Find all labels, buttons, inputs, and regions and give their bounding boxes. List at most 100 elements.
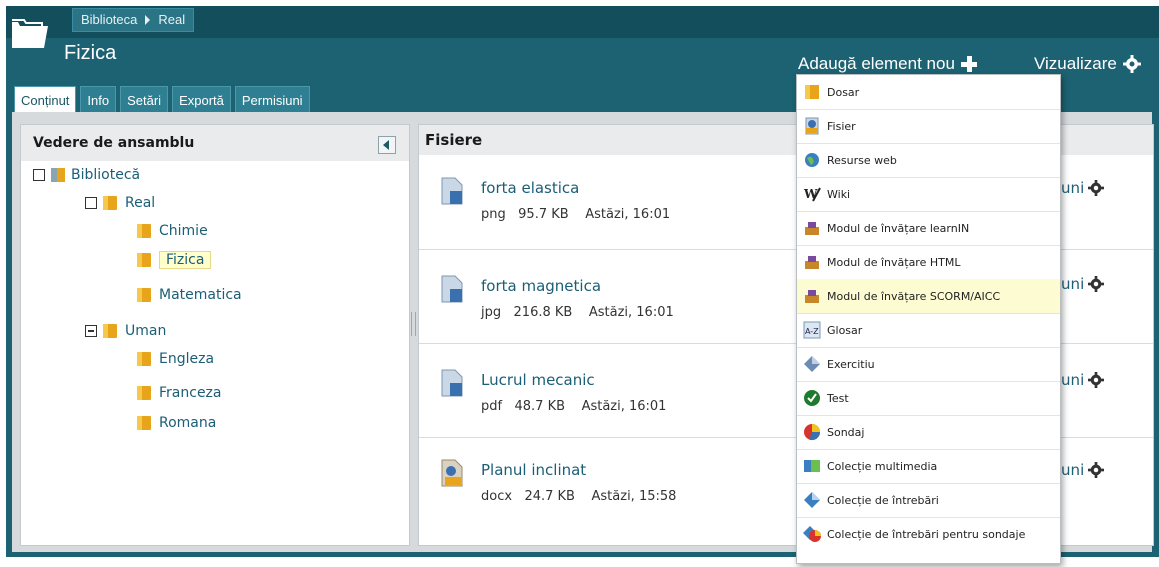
folder-icon: [137, 352, 151, 366]
tab-info[interactable]: Info: [80, 86, 117, 115]
menu-item-label: Dosar: [827, 85, 860, 99]
tree-toggle-icon[interactable]: [85, 197, 97, 209]
module-icon: [805, 290, 819, 303]
tree-item-romana[interactable]: Romana: [137, 415, 216, 431]
glossary-icon: A-Z: [803, 321, 821, 339]
folder-icon: [805, 85, 819, 99]
tree-item-engleza[interactable]: Engleza: [137, 351, 214, 367]
check-icon: [804, 390, 820, 406]
tree-item-label: Uman: [125, 323, 167, 339]
tree-item-franceza[interactable]: Franceza: [137, 385, 221, 401]
tree-item-label: Romana: [159, 415, 217, 431]
menu-item-sondaj[interactable]: Sondaj: [797, 415, 1060, 450]
menu-item-label: Colecție multimedia: [827, 459, 938, 473]
file-type: docx: [481, 489, 513, 504]
tree-item-fizica[interactable]: Fizica: [137, 251, 212, 269]
menu-item-label: Sondaj: [827, 425, 865, 439]
tree-item-biblioteca[interactable]: Bibliotecă: [33, 167, 140, 183]
image-file-icon: [441, 275, 463, 303]
library-icon: [51, 168, 65, 182]
menu-item-label: Test: [827, 391, 849, 405]
file-type: jpg: [481, 305, 502, 320]
menu-item-resurse-web[interactable]: Resurse web: [797, 143, 1060, 178]
folder-icon: [137, 253, 151, 267]
tree-item-label: Chimie: [159, 223, 208, 239]
folder-icon: [103, 196, 117, 210]
breadcrumb-item-real[interactable]: Real: [150, 9, 193, 31]
tree-panel-title: Vedere de ansamblu: [33, 135, 195, 151]
menu-item-colectie-intrebari-sondaje[interactable]: Colecție de întrebări pentru sondaje: [797, 517, 1060, 551]
app-frame: Biblioteca Real Fizica Conținut Info Set…: [0, 0, 1159, 567]
tree-panel-header: Vedere de ansamblu: [21, 125, 409, 161]
tree-panel: Vedere de ansamblu Bibliotecă Real Chimi…: [20, 124, 410, 546]
menu-item-modul-scorm[interactable]: Modul de învățare SCORM/AICC: [797, 279, 1060, 314]
wiki-icon: W: [803, 187, 821, 202]
file-type: pdf: [481, 399, 503, 414]
menu-item-glosar[interactable]: A-Z Glosar: [797, 313, 1060, 348]
tree-item-real[interactable]: Real: [85, 195, 155, 211]
tree-item-matematica[interactable]: Matematica: [137, 287, 242, 303]
file-size: 95.7 KB: [518, 207, 569, 222]
globe-icon: [805, 153, 819, 167]
file-name-link[interactable]: Lucrul mecanic: [481, 371, 595, 389]
file-type: png: [481, 207, 506, 222]
file-size: 24.7 KB: [524, 489, 575, 504]
plus-icon: [960, 56, 977, 72]
menu-item-wiki[interactable]: W Wiki: [797, 177, 1060, 212]
menu-item-label: Fisier: [827, 119, 856, 133]
menu-item-modul-html[interactable]: Modul de învățare HTML: [797, 245, 1060, 280]
tab-exporta[interactable]: Exportă: [172, 86, 231, 115]
file-date: Astăzi, 16:01: [585, 207, 671, 222]
menu-item-label: Colecție de întrebări pentru sondaje: [827, 527, 1026, 541]
tab-setari[interactable]: Setări: [120, 86, 169, 115]
tab-permisiuni[interactable]: Permisiuni: [234, 86, 310, 115]
view-button[interactable]: Vizualizare: [1034, 54, 1141, 74]
breadcrumb: Biblioteca Real: [72, 8, 195, 32]
gear-icon: [1088, 462, 1105, 478]
file-size: 216.8 KB: [513, 305, 573, 320]
file-name-link[interactable]: Planul inclinat: [481, 461, 586, 479]
menu-item-colectie-multimedia[interactable]: Colecție multimedia: [797, 449, 1060, 484]
add-element-label: Adaugă element nou: [798, 54, 955, 73]
add-element-menu: Dosar Fisier Resurse web W Wiki Modul de…: [796, 74, 1061, 564]
menu-item-modul-learnin[interactable]: Modul de învățare learnIN: [797, 211, 1060, 246]
tree-item-label: Bibliotecă: [71, 167, 141, 183]
menu-item-label: Colecție de întrebări: [827, 493, 939, 507]
menu-item-label: Modul de învățare SCORM/AICC: [827, 289, 1001, 303]
file-name-link[interactable]: forta magnetica: [481, 277, 601, 295]
view-label: Vizualizare: [1034, 54, 1117, 73]
menu-item-exercitiu[interactable]: Exercitiu: [797, 347, 1060, 382]
file-meta: jpg 216.8 KB Astăzi, 16:01: [481, 305, 674, 320]
folder-icon: [137, 386, 151, 400]
folder-icon: [137, 224, 151, 238]
tree-item-label: Real: [125, 195, 156, 211]
file-name-link[interactable]: forta elastica: [481, 179, 579, 197]
file-icon: [805, 117, 819, 135]
tree-item-label: Engleza: [159, 351, 215, 367]
document-file-icon: [441, 459, 463, 487]
multimedia-icon: [804, 460, 820, 472]
folder-icon: [137, 416, 151, 430]
question-icon: [804, 492, 820, 508]
tree-toggle-icon[interactable]: [33, 169, 45, 181]
poll-icon: [804, 424, 821, 441]
poll-question-icon: [803, 526, 821, 542]
breadcrumb-item-biblioteca[interactable]: Biblioteca: [73, 9, 145, 31]
panel-resize-handle[interactable]: [411, 312, 416, 336]
menu-item-fisier[interactable]: Fisier: [797, 109, 1060, 144]
tree-toggle-icon[interactable]: [85, 325, 97, 337]
menu-item-test[interactable]: Test: [797, 381, 1060, 416]
svg-text:A-Z: A-Z: [805, 327, 819, 336]
menu-item-dosar[interactable]: Dosar: [797, 75, 1060, 110]
tree-item-label: Matematica: [159, 287, 242, 303]
exercise-icon: [804, 356, 820, 372]
gear-icon: [1088, 372, 1105, 388]
add-element-button[interactable]: Adaugă element nou: [798, 54, 977, 74]
tree-item-uman[interactable]: Uman: [85, 323, 166, 339]
gear-icon: [1088, 180, 1105, 196]
collapse-panel-button[interactable]: [378, 136, 396, 154]
tree-item-chimie[interactable]: Chimie: [137, 223, 208, 239]
tree-item-label: Franceza: [159, 385, 222, 401]
menu-item-colectie-intrebari[interactable]: Colecție de întrebări: [797, 483, 1060, 518]
file-meta: docx 24.7 KB Astăzi, 15:58: [481, 489, 676, 504]
